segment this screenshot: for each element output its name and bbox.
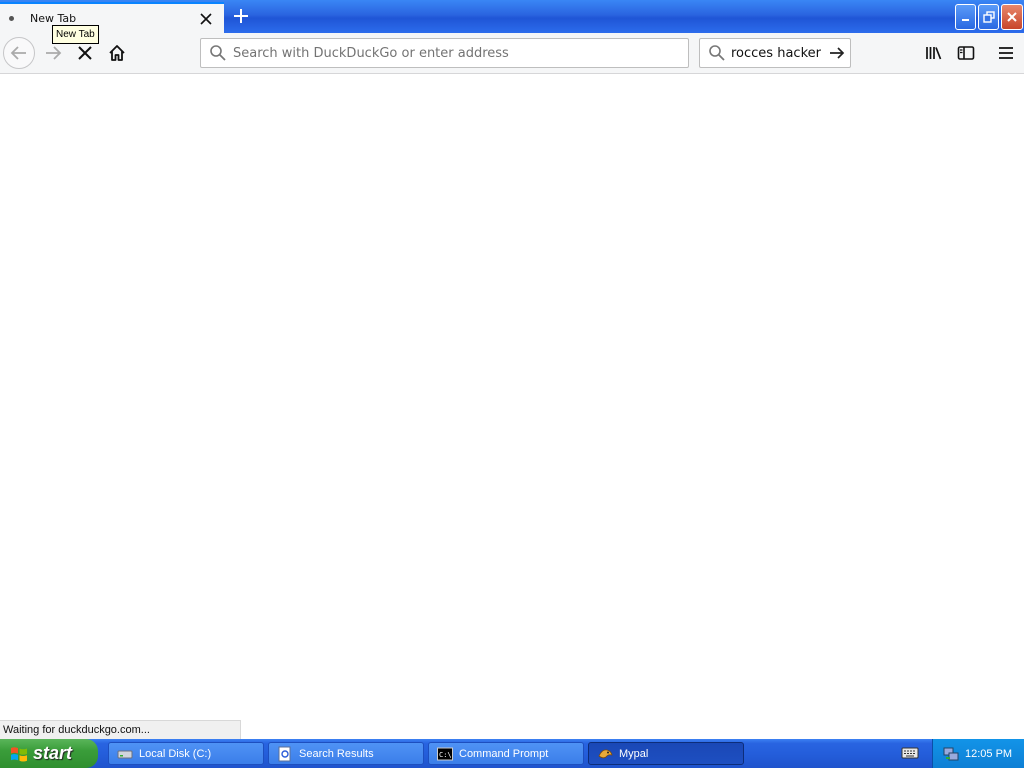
- windows-logo-icon: [11, 746, 27, 762]
- taskbar: start Local Disk (C:) Search Results C:\…: [0, 739, 1024, 768]
- new-tab-button[interactable]: [229, 4, 253, 28]
- tab-tooltip: New Tab: [52, 25, 99, 44]
- restore-button[interactable]: [978, 4, 999, 30]
- minimize-icon: [961, 19, 969, 21]
- clock[interactable]: 12:05 PM: [965, 748, 1012, 760]
- close-icon: [1007, 12, 1017, 22]
- mypal-icon: [598, 748, 613, 758]
- back-arrow-icon: [10, 46, 26, 60]
- taskbar-item-local-disk[interactable]: Local Disk (C:): [108, 742, 264, 765]
- hamburger-icon: [999, 47, 1013, 59]
- keyboard-icon[interactable]: [901, 745, 919, 761]
- restore-icon: [982, 11, 995, 23]
- search-results-icon: [278, 746, 291, 761]
- start-button[interactable]: start: [0, 739, 98, 768]
- title-bar: New Tab: [0, 0, 1024, 33]
- network-icon[interactable]: [943, 746, 959, 762]
- minimize-button[interactable]: [955, 4, 976, 30]
- close-window-button[interactable]: [1001, 4, 1023, 30]
- navigation-toolbar: [0, 33, 1024, 74]
- status-panel: Waiting for duckduckgo.com...: [0, 720, 241, 739]
- forward-arrow-icon: [46, 46, 62, 60]
- taskbar-item-search-results[interactable]: Search Results: [268, 742, 424, 765]
- back-button[interactable]: [3, 37, 35, 69]
- search-bar[interactable]: [699, 38, 851, 68]
- taskbar-item-label: Search Results: [299, 747, 374, 760]
- taskbar-item-label: Local Disk (C:): [139, 747, 212, 760]
- sidebar-icon: [957, 46, 975, 60]
- cmd-icon: C:\: [437, 747, 453, 760]
- search-icon: [210, 45, 226, 61]
- library-button[interactable]: [918, 37, 950, 69]
- search-input[interactable]: [731, 45, 826, 61]
- taskbar-item-command-prompt[interactable]: C:\ Command Prompt: [428, 742, 584, 765]
- drive-icon: [117, 750, 133, 758]
- system-tray: 12:05 PM: [932, 739, 1024, 768]
- svg-text:C:\: C:\: [439, 751, 452, 759]
- page-content: [0, 74, 1024, 720]
- library-icon: [926, 47, 942, 60]
- taskbar-item-label: Mypal: [619, 747, 649, 760]
- address-bar[interactable]: [200, 38, 689, 68]
- tab-loading-dot-icon: [9, 16, 14, 21]
- search-go-button[interactable]: [826, 42, 848, 64]
- tab-new-tab[interactable]: New Tab: [0, 2, 224, 33]
- sidebar-button[interactable]: [950, 37, 982, 69]
- home-icon: [109, 45, 125, 61]
- tab-title: New Tab: [30, 12, 77, 25]
- tab-close-icon[interactable]: [196, 9, 216, 29]
- plus-icon: [234, 9, 248, 23]
- start-label: start: [33, 743, 73, 763]
- search-icon: [709, 45, 725, 61]
- taskbar-item-label: Command Prompt: [459, 747, 549, 760]
- stop-icon: [78, 46, 92, 60]
- address-input[interactable]: [233, 45, 688, 61]
- menu-button[interactable]: [990, 37, 1022, 69]
- taskbar-item-mypal[interactable]: Mypal: [588, 742, 744, 765]
- arrow-right-icon: [830, 47, 845, 59]
- home-button[interactable]: [101, 37, 133, 69]
